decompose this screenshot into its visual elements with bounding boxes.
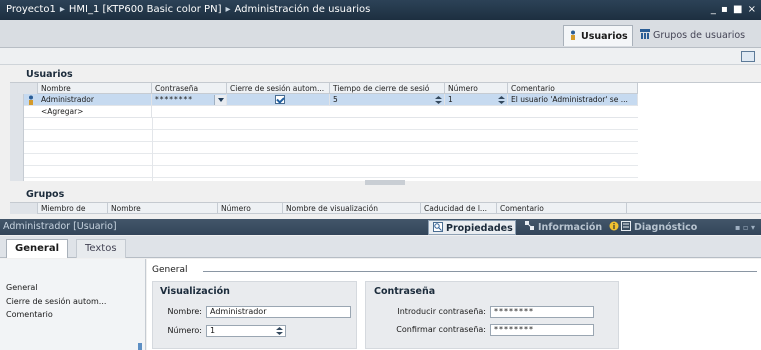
title-bar: Proyecto1 ▸ HMI_1 [KTP600 Basic color PN] ▸…: [0, 0, 761, 20]
logoff-time-value: 5: [333, 95, 338, 104]
enter-password-label: Introducir contraseña:: [397, 307, 486, 316]
number-value: 1: [448, 95, 453, 104]
users-section-title: Usuarios: [26, 69, 73, 80]
col-grupo-comentario[interactable]: Comentario: [497, 203, 627, 214]
properties-icon: [433, 222, 443, 232]
group-icon: [640, 26, 650, 39]
cell-numero[interactable]: 1: [445, 94, 508, 106]
section-divider: [203, 271, 757, 272]
col-cierre-sesion[interactable]: Cierre de sesión autom...: [227, 83, 330, 94]
tab-usuarios[interactable]: Usuarios: [563, 25, 633, 46]
table-row[interactable]: Administrador ******** 5 1 El usuario 'A…: [10, 94, 638, 106]
user-icon: [568, 27, 578, 40]
groups-table-header: Miembro de Nombre Número Nombre de visua…: [10, 203, 761, 214]
window-controls[interactable]: _ ▪ ■ ×: [711, 0, 757, 20]
section-header-general: General: [152, 265, 188, 275]
inspector-title: Administrador [Usuario]: [3, 221, 117, 232]
col-grupo-numero[interactable]: Número: [218, 203, 283, 214]
diagnostics-icon: [621, 221, 631, 231]
cell-nombre[interactable]: Administrador: [38, 94, 152, 106]
tab-diagnostico[interactable]: Diagnóstico: [617, 220, 707, 235]
breadcrumb-editor: Administración de usuarios: [234, 4, 371, 15]
cell-comentario[interactable]: El usuario 'Administrador' se ...: [508, 94, 638, 106]
inspector-window-controls[interactable]: ▪ ▫ ▾: [735, 220, 755, 235]
user-row-icon: [26, 95, 36, 105]
password-mask: ********: [155, 95, 193, 104]
tab-propiedades[interactable]: Propiedades: [428, 220, 516, 235]
tab-informacion-label: Información: [538, 222, 603, 233]
editor-toolbar: [0, 48, 761, 65]
password-dropdown-icon[interactable]: [214, 95, 226, 105]
col-caducidad[interactable]: Caducidad de l...: [421, 203, 497, 214]
number-stepper-icon[interactable]: [498, 96, 505, 104]
groups-table: Miembro de Nombre Número Nombre de visua…: [10, 202, 761, 214]
nav-scroll-marker[interactable]: [138, 343, 142, 350]
auto-logoff-checkbox[interactable]: [274, 95, 285, 104]
number-spin-icon[interactable]: [276, 327, 283, 335]
tab-usuarios-label: Usuarios: [581, 31, 628, 42]
cell-cierre-sesion[interactable]: [227, 94, 330, 106]
add-row[interactable]: <Agregar>: [10, 106, 638, 118]
confirm-password-field[interactable]: ********: [490, 324, 594, 336]
tab-diagnostico-label: Diagnóstico: [634, 222, 698, 233]
col-comentario[interactable]: Comentario: [508, 83, 638, 94]
nav-item-comentario[interactable]: Comentario: [6, 310, 53, 319]
confirm-password-label: Confirmar contraseña:: [396, 325, 486, 334]
col-contrasena[interactable]: Contraseña: [152, 83, 227, 94]
cell-tiempo[interactable]: 5: [330, 94, 445, 106]
breadcrumb-hmi[interactable]: HMI_1 [KTP600 Basic color PN]: [69, 4, 222, 15]
nav-item-general[interactable]: General: [6, 283, 38, 292]
row-gutter: [10, 118, 24, 181]
logoff-time-stepper-icon[interactable]: [435, 96, 442, 104]
breadcrumb-project[interactable]: Proyecto1: [6, 4, 56, 15]
col-nombre[interactable]: Nombre: [38, 83, 152, 94]
tab-grupos-de-usuarios[interactable]: Grupos de usuarios: [636, 25, 758, 46]
col-grupo-nombre[interactable]: Nombre: [108, 203, 218, 214]
number-stepper-value: 1: [210, 326, 216, 335]
col-nombre-visualizacion[interactable]: Nombre de visualización: [283, 203, 421, 214]
name-label: Nombre:: [167, 307, 202, 316]
nav-item-cierre-sesion[interactable]: Cierre de sesión autom...: [6, 297, 106, 306]
number-label: Número:: [167, 326, 202, 335]
add-user-cell[interactable]: <Agregar>: [38, 106, 152, 118]
empty-rows: [24, 118, 638, 181]
users-table: Nombre Contraseña Cierre de sesión autom…: [10, 82, 761, 181]
col-numero[interactable]: Número: [445, 83, 508, 94]
tab-informacion[interactable]: Información: [521, 220, 619, 235]
col-tiempo-cierre[interactable]: Tiempo de cierre de sesió: [330, 83, 445, 94]
tab-propiedades-label: Propiedades: [446, 223, 513, 234]
col-miembro-de[interactable]: Miembro de: [38, 203, 108, 214]
layout-toggle-icon[interactable]: [741, 51, 755, 62]
name-field[interactable]: Administrador: [206, 306, 351, 318]
subtab-general[interactable]: General: [6, 239, 68, 258]
cell-contrasena[interactable]: ********: [152, 94, 227, 106]
enter-password-field[interactable]: ********: [490, 306, 594, 318]
visualizacion-title: Visualización: [160, 286, 230, 297]
number-stepper[interactable]: 1: [206, 325, 286, 337]
splitter-handle[interactable]: [365, 180, 405, 185]
tab-grupos-label: Grupos de usuarios: [653, 30, 746, 41]
groups-section-title: Grupos: [26, 189, 65, 200]
info-tab-icon: [525, 221, 535, 231]
password-title: Contraseña: [374, 286, 436, 297]
subtab-textos[interactable]: Textos: [76, 239, 126, 258]
